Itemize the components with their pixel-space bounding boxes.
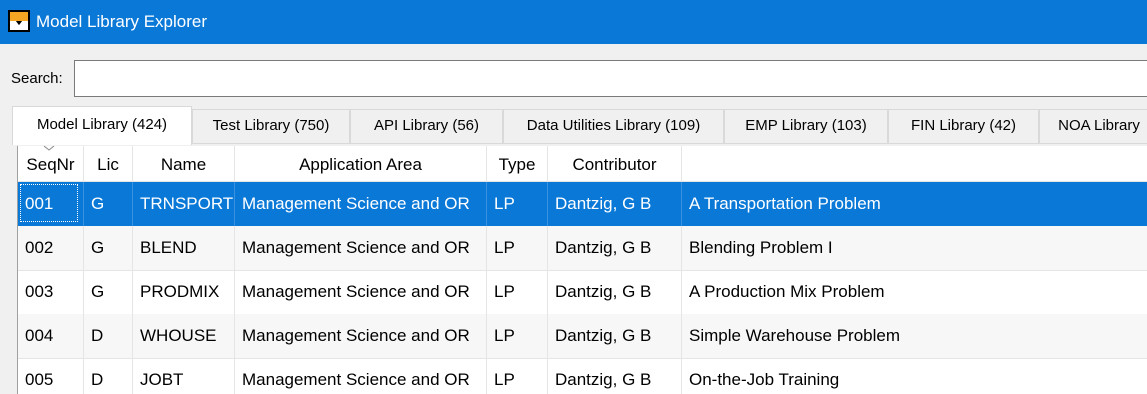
cell-lic: G: [84, 182, 133, 226]
column-header-contributor[interactable]: Contributor: [548, 146, 682, 181]
column-header-label: Name: [160, 155, 207, 174]
column-header-type[interactable]: Type: [487, 146, 548, 181]
cell-description: Blending Problem I: [689, 238, 833, 257]
table-row[interactable]: 004 D WHOUSE Management Science and OR LP Dan…: [18, 314, 1147, 359]
app-icon: [8, 10, 30, 32]
cell-type: LP: [487, 314, 548, 358]
tab-data-utilities-library[interactable]: Data Utilities Library (109): [503, 109, 724, 143]
table-row[interactable]: 003 G PRODMIX Management Science and OR LP Da…: [18, 270, 1147, 315]
cell-application-area: Management Science and OR: [235, 182, 487, 226]
cell-description: On-the-Job Training: [689, 370, 840, 389]
column-header-label: SeqNr: [26, 155, 75, 174]
cell-application-area: Management Science and OR: [235, 358, 487, 394]
tab-noa-library[interactable]: NOA Library: [1039, 109, 1147, 143]
cell-lic: D: [84, 314, 133, 358]
cell-name: TRNSPORT: [133, 182, 235, 226]
cell-contributor: Dantzig, G B: [548, 314, 682, 358]
column-header-name[interactable]: Name: [133, 146, 235, 181]
tab-test-library[interactable]: Test Library (750): [192, 109, 350, 143]
cell-seqnr: 004: [18, 314, 84, 358]
cell-application-area: Management Science and OR: [235, 314, 487, 358]
model-table[interactable]: SeqNr Lic Name Application Area Type Con…: [17, 146, 1147, 394]
cell-application-area: Management Science and OR: [235, 270, 487, 314]
cell-name: WHOUSE: [133, 314, 235, 358]
cell-name: JOBT: [133, 358, 235, 394]
cell-contributor: Dantzig, G B: [548, 358, 682, 394]
cell-lic: G: [84, 270, 133, 314]
search-input[interactable]: [74, 60, 1147, 97]
focus-rectangle: [20, 184, 78, 222]
window-title: Model Library Explorer: [36, 12, 208, 31]
cell-name: PRODMIX: [133, 270, 235, 314]
column-header-label: Contributor: [572, 155, 657, 174]
table-row[interactable]: 005 D JOBT Management Science and OR LP Dantz…: [18, 358, 1147, 394]
title-bar[interactable]: Model Library Explorer: [0, 0, 1147, 44]
cell-name: BLEND: [133, 226, 235, 270]
tab-api-library[interactable]: API Library (56): [350, 109, 503, 143]
cell-type: LP: [487, 182, 548, 226]
cell-description: Simple Warehouse Problem: [689, 326, 901, 345]
cell-seqnr: 003: [18, 270, 84, 314]
cell-type: LP: [487, 270, 548, 314]
table-row[interactable]: 001 G TRNSPORT Management Science and OR LP D…: [18, 182, 1147, 227]
cell-description: A Transportation Problem: [689, 194, 881, 213]
column-header-seqnr[interactable]: SeqNr: [18, 146, 84, 181]
cell-application-area: Management Science and OR: [235, 226, 487, 270]
tab-fin-library[interactable]: FIN Library (42): [888, 109, 1039, 143]
cell-seqnr: 005: [18, 358, 84, 394]
search-label: Search:: [11, 70, 63, 87]
tab-emp-library[interactable]: EMP Library (103): [724, 109, 888, 143]
column-header-label: Type: [498, 155, 536, 174]
cell-type: LP: [487, 226, 548, 270]
cell-contributor: Dantzig, G B: [548, 182, 682, 226]
cell-lic: D: [84, 358, 133, 394]
column-header-lic[interactable]: Lic: [84, 146, 133, 181]
cell-type: LP: [487, 358, 548, 394]
cell-description: A Production Mix Problem: [689, 282, 885, 301]
cell-contributor: Dantzig, G B: [548, 270, 682, 314]
column-header-label: Application Area: [299, 155, 422, 174]
column-header-application-area[interactable]: Application Area: [235, 146, 487, 181]
sort-chevron-down-icon: [43, 146, 55, 151]
tab-model-library[interactable]: Model Library (424): [12, 106, 192, 145]
column-header-label: Lic: [97, 155, 119, 174]
cell-seqnr: 002: [18, 226, 84, 270]
cell-lic: G: [84, 226, 133, 270]
column-header-description[interactable]: [682, 146, 1147, 181]
table-header: SeqNr Lic Name Application Area Type Con…: [18, 146, 1147, 182]
table-row[interactable]: 002 G BLEND Management Science and OR LP Dant…: [18, 226, 1147, 271]
cell-contributor: Dantzig, G B: [548, 226, 682, 270]
